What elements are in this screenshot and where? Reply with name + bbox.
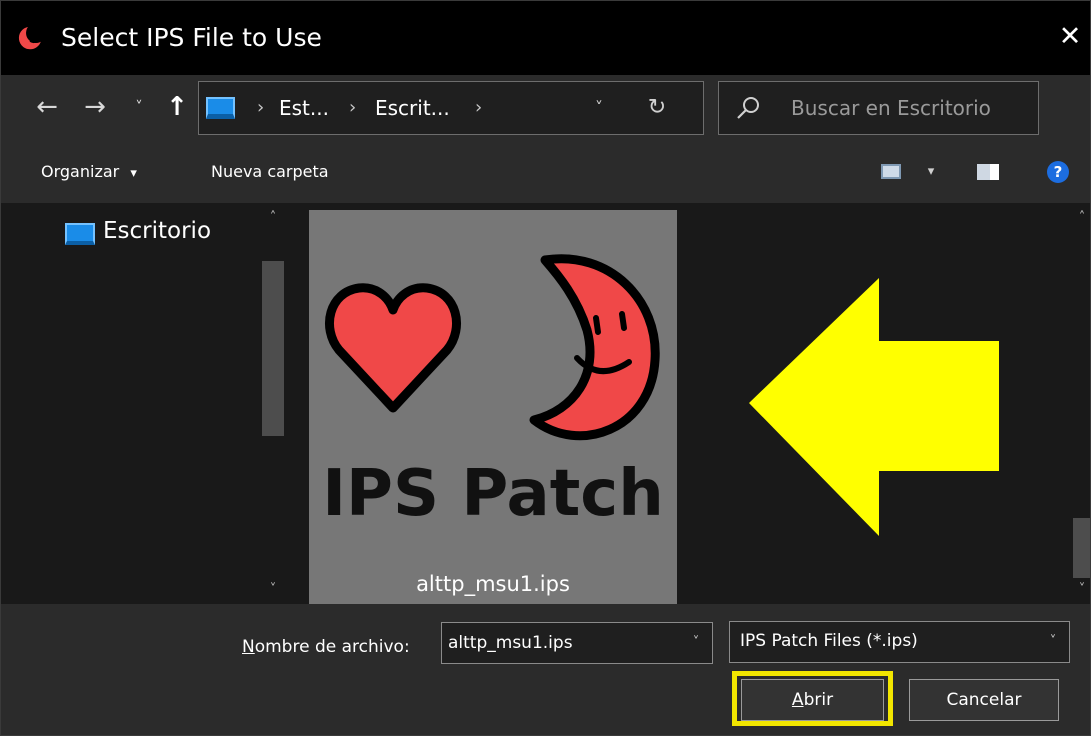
file-list-pane: IPS Patch alttp_msu1.ips — [289, 203, 1071, 604]
search-box[interactable] — [718, 81, 1039, 135]
file-item[interactable]: IPS Patch alttp_msu1.ips — [309, 210, 677, 604]
dialog-footer: Nombre de archivo: ˅ IPS Patch Files (*.… — [1, 604, 1090, 735]
help-icon[interactable]: ? — [1047, 161, 1069, 183]
command-bar: Organizar ▾ Nueva carpeta ▾ ? — [1, 141, 1090, 203]
heart-icon — [325, 283, 461, 413]
chevron-down-icon: ▾ — [130, 166, 137, 181]
back-arrow-icon[interactable]: ← — [29, 87, 65, 127]
ips-patch-thumbnail: IPS Patch — [322, 254, 664, 531]
window-title: Select IPS File to Use — [61, 23, 322, 52]
change-view-icon[interactable] — [881, 164, 901, 179]
navigation-bar: ← → ˅ ↑ › Est... › Escrit... › ˅ ↻ — [1, 75, 1090, 141]
file-type-value: IPS Patch Files (*.ips) — [740, 631, 918, 651]
navigation-scrollbar[interactable]: ˄ ˅ — [259, 203, 287, 604]
yellow-arrow-annotation — [749, 278, 999, 536]
file-name-field[interactable] — [448, 623, 678, 663]
navigation-pane: Escritorio ˄ ˅ — [1, 203, 289, 604]
file-type-select[interactable]: IPS Patch Files (*.ips) ˅ — [729, 621, 1070, 663]
breadcrumb-separator-icon: › — [257, 97, 265, 118]
chevron-down-icon[interactable]: ˅ — [1041, 622, 1065, 662]
refresh-icon[interactable]: ↻ — [639, 82, 675, 134]
forward-arrow-icon[interactable]: → — [77, 87, 113, 127]
desktop-icon — [206, 97, 235, 119]
access-key: A — [791, 690, 804, 710]
scrollbar-thumb[interactable] — [262, 261, 284, 436]
moon-smiley-icon — [529, 254, 660, 441]
scroll-down-icon[interactable]: ˅ — [1071, 579, 1090, 601]
access-key: N — [242, 637, 255, 657]
app-moon-icon — [17, 25, 44, 51]
open-button[interactable]: Abrir — [741, 679, 884, 721]
breadcrumb-separator-icon: › — [349, 97, 357, 118]
up-arrow-icon[interactable]: ↑ — [161, 87, 193, 127]
breadcrumb-separator-icon[interactable]: › — [475, 82, 482, 134]
file-open-dialog: Select IPS File to Use ✕ ← → ˅ ↑ › Est..… — [0, 0, 1091, 736]
thumbnail-text: IPS Patch — [322, 457, 664, 531]
recent-locations-chevron-icon[interactable]: ˅ — [127, 87, 151, 127]
file-name: alttp_msu1.ips — [416, 572, 570, 596]
breadcrumb-item[interactable]: Escrit... — [375, 82, 450, 134]
search-input[interactable] — [791, 82, 1031, 134]
address-dropdown-icon[interactable]: ˅ — [584, 82, 614, 134]
file-list-scrollbar[interactable]: ˄ ˅ — [1071, 203, 1090, 604]
cancel-button[interactable]: Cancelar — [909, 679, 1059, 721]
desktop-icon — [65, 223, 95, 245]
scrollbar-thumb[interactable] — [1073, 518, 1090, 578]
organize-label: Organizar — [41, 162, 120, 181]
scroll-up-icon[interactable]: ˄ — [1071, 207, 1090, 229]
close-button[interactable]: ✕ — [1050, 15, 1090, 59]
view-options-chevron-icon[interactable]: ▾ — [921, 141, 941, 203]
scroll-down-icon[interactable]: ˅ — [262, 579, 284, 601]
search-icon — [737, 97, 759, 119]
address-bar[interactable]: › Est... › Escrit... › ˅ ↻ — [198, 81, 704, 135]
file-name-combobox[interactable]: ˅ — [441, 622, 713, 664]
open-button-label: brir — [803, 690, 834, 710]
file-name-label-text: ombre de archivo: — [254, 637, 410, 657]
new-folder-button[interactable]: Nueva carpeta — [211, 141, 329, 203]
tree-item-label: Escritorio — [103, 218, 212, 244]
preview-pane-icon[interactable] — [977, 164, 999, 180]
breadcrumb-item[interactable]: Est... — [279, 82, 329, 134]
file-name-label: Nombre de archivo: — [242, 630, 410, 664]
title-bar: Select IPS File to Use ✕ — [1, 1, 1090, 75]
chevron-down-icon[interactable]: ˅ — [684, 623, 708, 663]
organize-menu-button[interactable]: Organizar ▾ — [41, 141, 137, 203]
scroll-up-icon[interactable]: ˄ — [262, 207, 284, 229]
